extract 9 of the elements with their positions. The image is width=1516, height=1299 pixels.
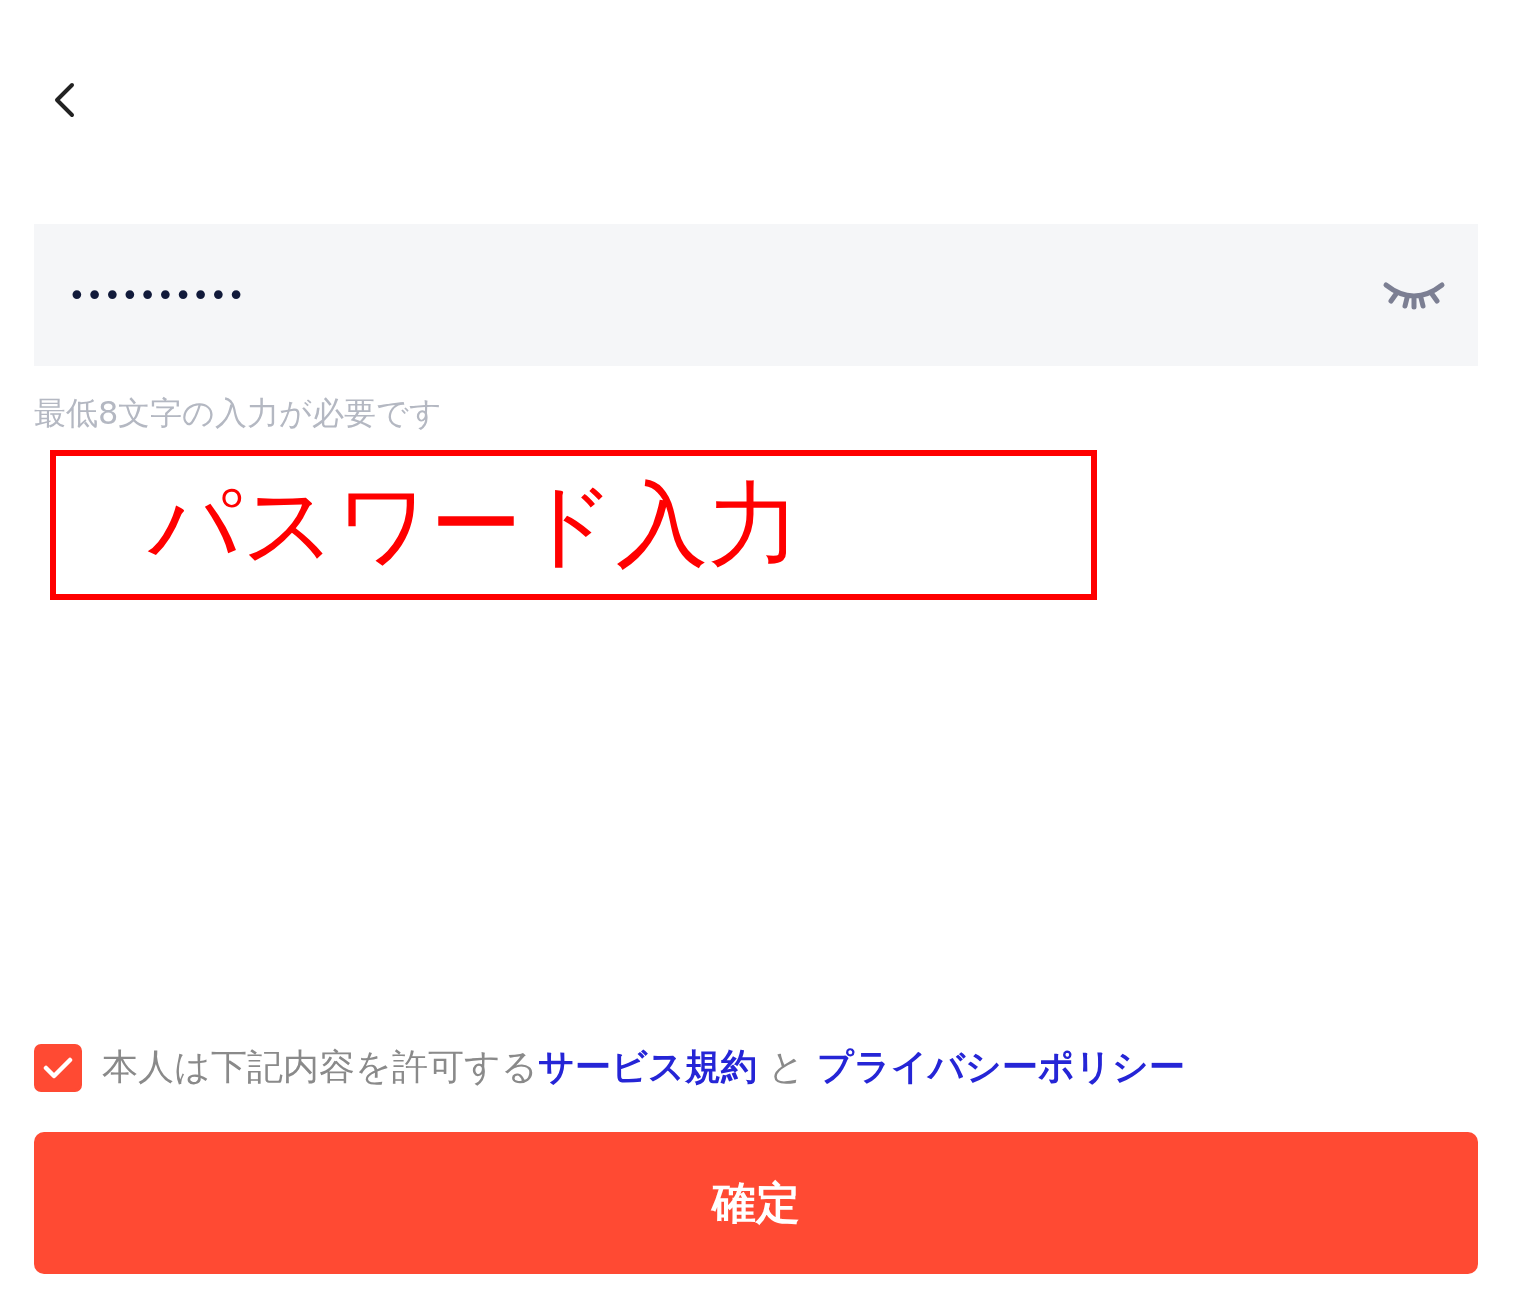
terms-link[interactable]: サービス規約 xyxy=(538,1046,757,1087)
password-field[interactable]: •••••••••• xyxy=(34,224,1478,366)
annotation-box: パスワード入力 xyxy=(50,450,1097,600)
agreement-text: 本人は下記内容を許可するサービス規約 と プライバシーポリシー xyxy=(102,1045,1185,1089)
back-icon[interactable] xyxy=(52,82,76,118)
checkmark-icon xyxy=(43,1055,73,1080)
checkbox[interactable] xyxy=(34,1043,82,1092)
hint-text: 最低8文字の入力が必要です xyxy=(34,393,444,434)
privacy-link[interactable]: プライバシーポリシー xyxy=(816,1046,1185,1087)
